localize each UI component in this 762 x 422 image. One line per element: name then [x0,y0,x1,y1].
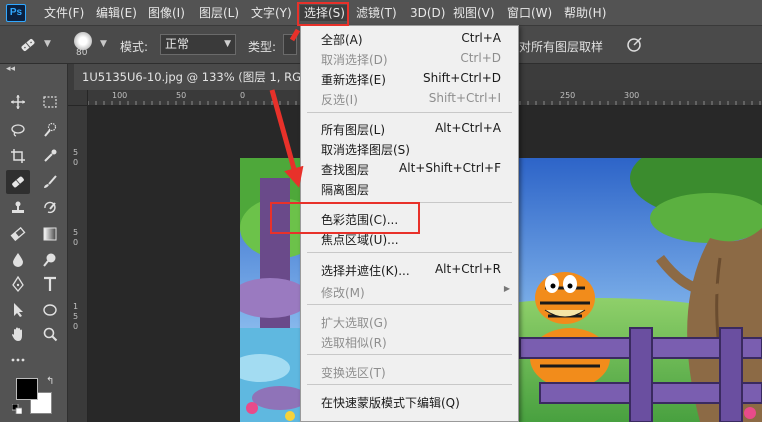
menu-item-deselect[interactable]: 取消选择(D) Ctrl+D [301,48,518,68]
menu-help[interactable]: 帮助(H) [564,5,606,21]
menu-3d[interactable]: 3D(D) [410,5,445,21]
move-icon[interactable] [8,92,28,112]
photoshop-logo-icon: Ps [6,4,26,22]
menu-view[interactable]: 视图(V) [453,5,495,21]
ruler-label: 5 [73,228,79,237]
menu-item-deselect-layers[interactable]: 取消选择图层(S) [301,138,518,158]
ruler-label: 300 [624,91,640,100]
lasso-icon[interactable] [8,120,28,140]
ruler-label: 250 [560,91,576,100]
history-brush-icon[interactable] [40,198,60,218]
menu-item-modify[interactable]: 修改(M) ▶ [301,281,518,301]
type-icon[interactable] [40,274,60,294]
healing-brush-icon[interactable] [6,170,30,194]
ruler-label: 1 [73,302,79,311]
gradient-icon[interactable] [40,224,60,244]
ruler-label: 50 [176,91,187,100]
ruler-label: 0 [240,91,246,100]
tools-panel: ◂◂ ↰ [0,64,68,422]
menu-item-grow[interactable]: 扩大选取(G) [301,311,518,331]
menu-type[interactable]: 文字(Y) [251,5,292,21]
menu-item-all-layers[interactable]: 所有图层(L) Alt+Ctrl+A [301,118,518,138]
menu-separator [307,304,512,305]
ruler-label: 5 [73,312,79,321]
menu-item-quick-mask[interactable]: 在快速蒙版模式下编辑(Q) [301,391,518,411]
menu-separator [307,384,512,385]
shape-icon[interactable] [40,300,60,320]
foreground-color[interactable] [16,378,38,400]
ruler-label: 0 [73,322,79,331]
chevron-down-icon: ▼ [224,39,231,49]
brush-dropdown-icon[interactable]: ▼ [100,39,107,49]
healing-brush-icon[interactable] [18,35,38,55]
menu-item-inverse[interactable]: 反选(I) Shift+Ctrl+I [301,88,518,108]
highlight-select-menu [297,2,349,26]
zoom-icon[interactable] [40,324,60,344]
crop-icon[interactable] [8,146,28,166]
ruler-label: 0 [73,238,79,247]
hand-icon[interactable] [8,324,28,344]
ruler-corner [68,90,88,106]
menu-filter[interactable]: 滤镜(T) [356,5,397,21]
brush-size: 80 [76,48,88,58]
menu-file[interactable]: 文件(F) [44,5,84,21]
more-icon[interactable] [8,350,28,370]
menu-layer[interactable]: 图层(L) [199,5,239,21]
mode-value: 正常 [165,37,190,51]
mode-label: 模式: [120,40,149,54]
menu-image[interactable]: 图像(I) [148,5,185,21]
menu-item-similar[interactable]: 选取相似(R) [301,331,518,351]
sample-all-layers-label[interactable]: 对所有图层取样 [519,38,603,55]
path-select-icon[interactable] [8,300,28,320]
type-label: 类型: [248,40,277,54]
menu-item-transform-selection[interactable]: 变换选区(T) [301,361,518,381]
menu-item-find-layers[interactable]: 查找图层 Alt+Shift+Ctrl+F [301,158,518,178]
brush-icon[interactable] [40,172,60,192]
menu-item-reselect[interactable]: 重新选择(E) Shift+Ctrl+D [301,68,518,88]
mode-select[interactable]: 正常 ▼ [160,34,236,55]
ruler-label: 0 [73,158,79,167]
menu-bar: Ps 文件(F) 编辑(E) 图像(I) 图层(L) 文字(Y) 选择(S) 滤… [0,0,762,26]
quick-select-icon[interactable] [40,120,60,140]
eraser-icon[interactable] [8,224,28,244]
submenu-arrow-icon: ▶ [503,284,510,293]
collapse-icon[interactable]: ◂◂ [6,64,15,74]
menu-edit[interactable]: 编辑(E) [96,5,137,21]
pressure-icon[interactable] [626,35,644,53]
menu-separator [307,252,512,253]
marquee-icon[interactable] [40,92,60,112]
menu-separator [307,112,512,113]
menu-item-select-and-mask[interactable]: 选择并遮住(K)... Alt+Ctrl+R [301,259,518,279]
document-tab[interactable]: 1U5135U6-10.jpg @ 133% (图层 1, RGB/ [74,64,321,90]
ruler-label: 5 [73,148,79,157]
highlight-color-range [270,202,420,234]
menu-window[interactable]: 窗口(W) [507,5,552,21]
menu-item-isolate-layers[interactable]: 隔离图层 [301,178,518,198]
eyedropper-icon[interactable] [40,146,60,166]
ruler-left[interactable]: 5 0 5 0 1 5 0 [68,90,88,422]
clone-stamp-icon[interactable] [8,198,28,218]
pen-icon[interactable] [8,274,28,294]
swap-colors-icon[interactable]: ↰ [46,376,54,387]
blur-icon[interactable] [8,250,28,270]
tool-preset-dropdown-icon[interactable]: ▼ [44,39,51,49]
ruler-label: 100 [112,91,128,100]
dodge-icon[interactable] [40,250,60,270]
menu-item-all[interactable]: 全部(A) Ctrl+A [301,28,518,48]
default-colors-icon[interactable] [12,404,22,414]
menu-separator [307,354,512,355]
type-select[interactable] [283,34,297,55]
